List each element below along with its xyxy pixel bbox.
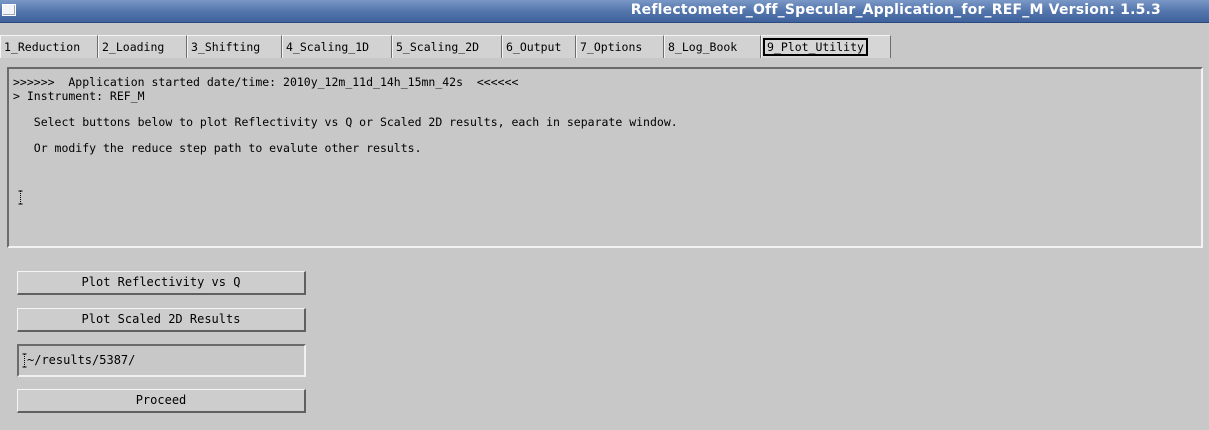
tab-plot-utility[interactable]: 9_Plot_Utility bbox=[761, 35, 891, 58]
results-path-input[interactable]: ~/results/5387/ bbox=[17, 344, 306, 377]
tab-shifting[interactable]: 3_Shifting bbox=[187, 35, 282, 58]
tab-label: 1_Reduction bbox=[4, 40, 81, 54]
tab-log-book[interactable]: 8_Log_Book bbox=[664, 35, 761, 58]
tab-options[interactable]: 7_Options bbox=[576, 35, 664, 58]
title-bar: Reflectometer_Off_Specular_Application_f… bbox=[0, 0, 1209, 23]
tab-label: 2_Loading bbox=[102, 40, 165, 54]
window-menu-icon[interactable] bbox=[2, 4, 16, 16]
tab-label: 8_Log_Book bbox=[668, 40, 738, 54]
text-cursor-icon bbox=[22, 353, 27, 368]
results-path-value: ~/results/5387/ bbox=[27, 353, 136, 367]
tab-bar: 1_Reduction 2_Loading 3_Shifting 4_Scali… bbox=[0, 35, 1209, 60]
proceed-button[interactable]: Proceed bbox=[17, 389, 306, 413]
tab-label: 9_Plot_Utility bbox=[763, 38, 868, 56]
tab-scaling-1d[interactable]: 4_Scaling_1D bbox=[282, 35, 392, 58]
tab-label: 5_Scaling_2D bbox=[396, 40, 480, 54]
tab-scaling-2d[interactable]: 5_Scaling_2D bbox=[392, 35, 502, 58]
log-text-area[interactable]: >>>>>> Application started date/time: 20… bbox=[7, 67, 1203, 248]
plot-reflectivity-button[interactable]: Plot Reflectivity vs Q bbox=[17, 271, 306, 295]
log-line: >>>>>> Application started date/time: 20… bbox=[13, 75, 519, 89]
tab-label: 7_Options bbox=[580, 40, 643, 54]
tab-loading[interactable]: 2_Loading bbox=[98, 35, 187, 58]
log-line: > Instrument: REF_M bbox=[13, 89, 145, 103]
tab-label: 4_Scaling_1D bbox=[286, 40, 370, 54]
plot-scaled-2d-button[interactable]: Plot Scaled 2D Results bbox=[17, 308, 306, 332]
window-title: Reflectometer_Off_Specular_Application_f… bbox=[630, 2, 1161, 18]
tab-reduction[interactable]: 1_Reduction bbox=[0, 35, 98, 58]
tab-label: 6_Output bbox=[506, 40, 562, 54]
text-cursor-icon bbox=[18, 190, 23, 205]
tab-label: 3_Shifting bbox=[191, 40, 261, 54]
tab-output[interactable]: 6_Output bbox=[502, 35, 576, 58]
log-line: Or modify the reduce step path to evalut… bbox=[13, 141, 422, 155]
log-line: Select buttons below to plot Reflectivit… bbox=[13, 115, 678, 129]
